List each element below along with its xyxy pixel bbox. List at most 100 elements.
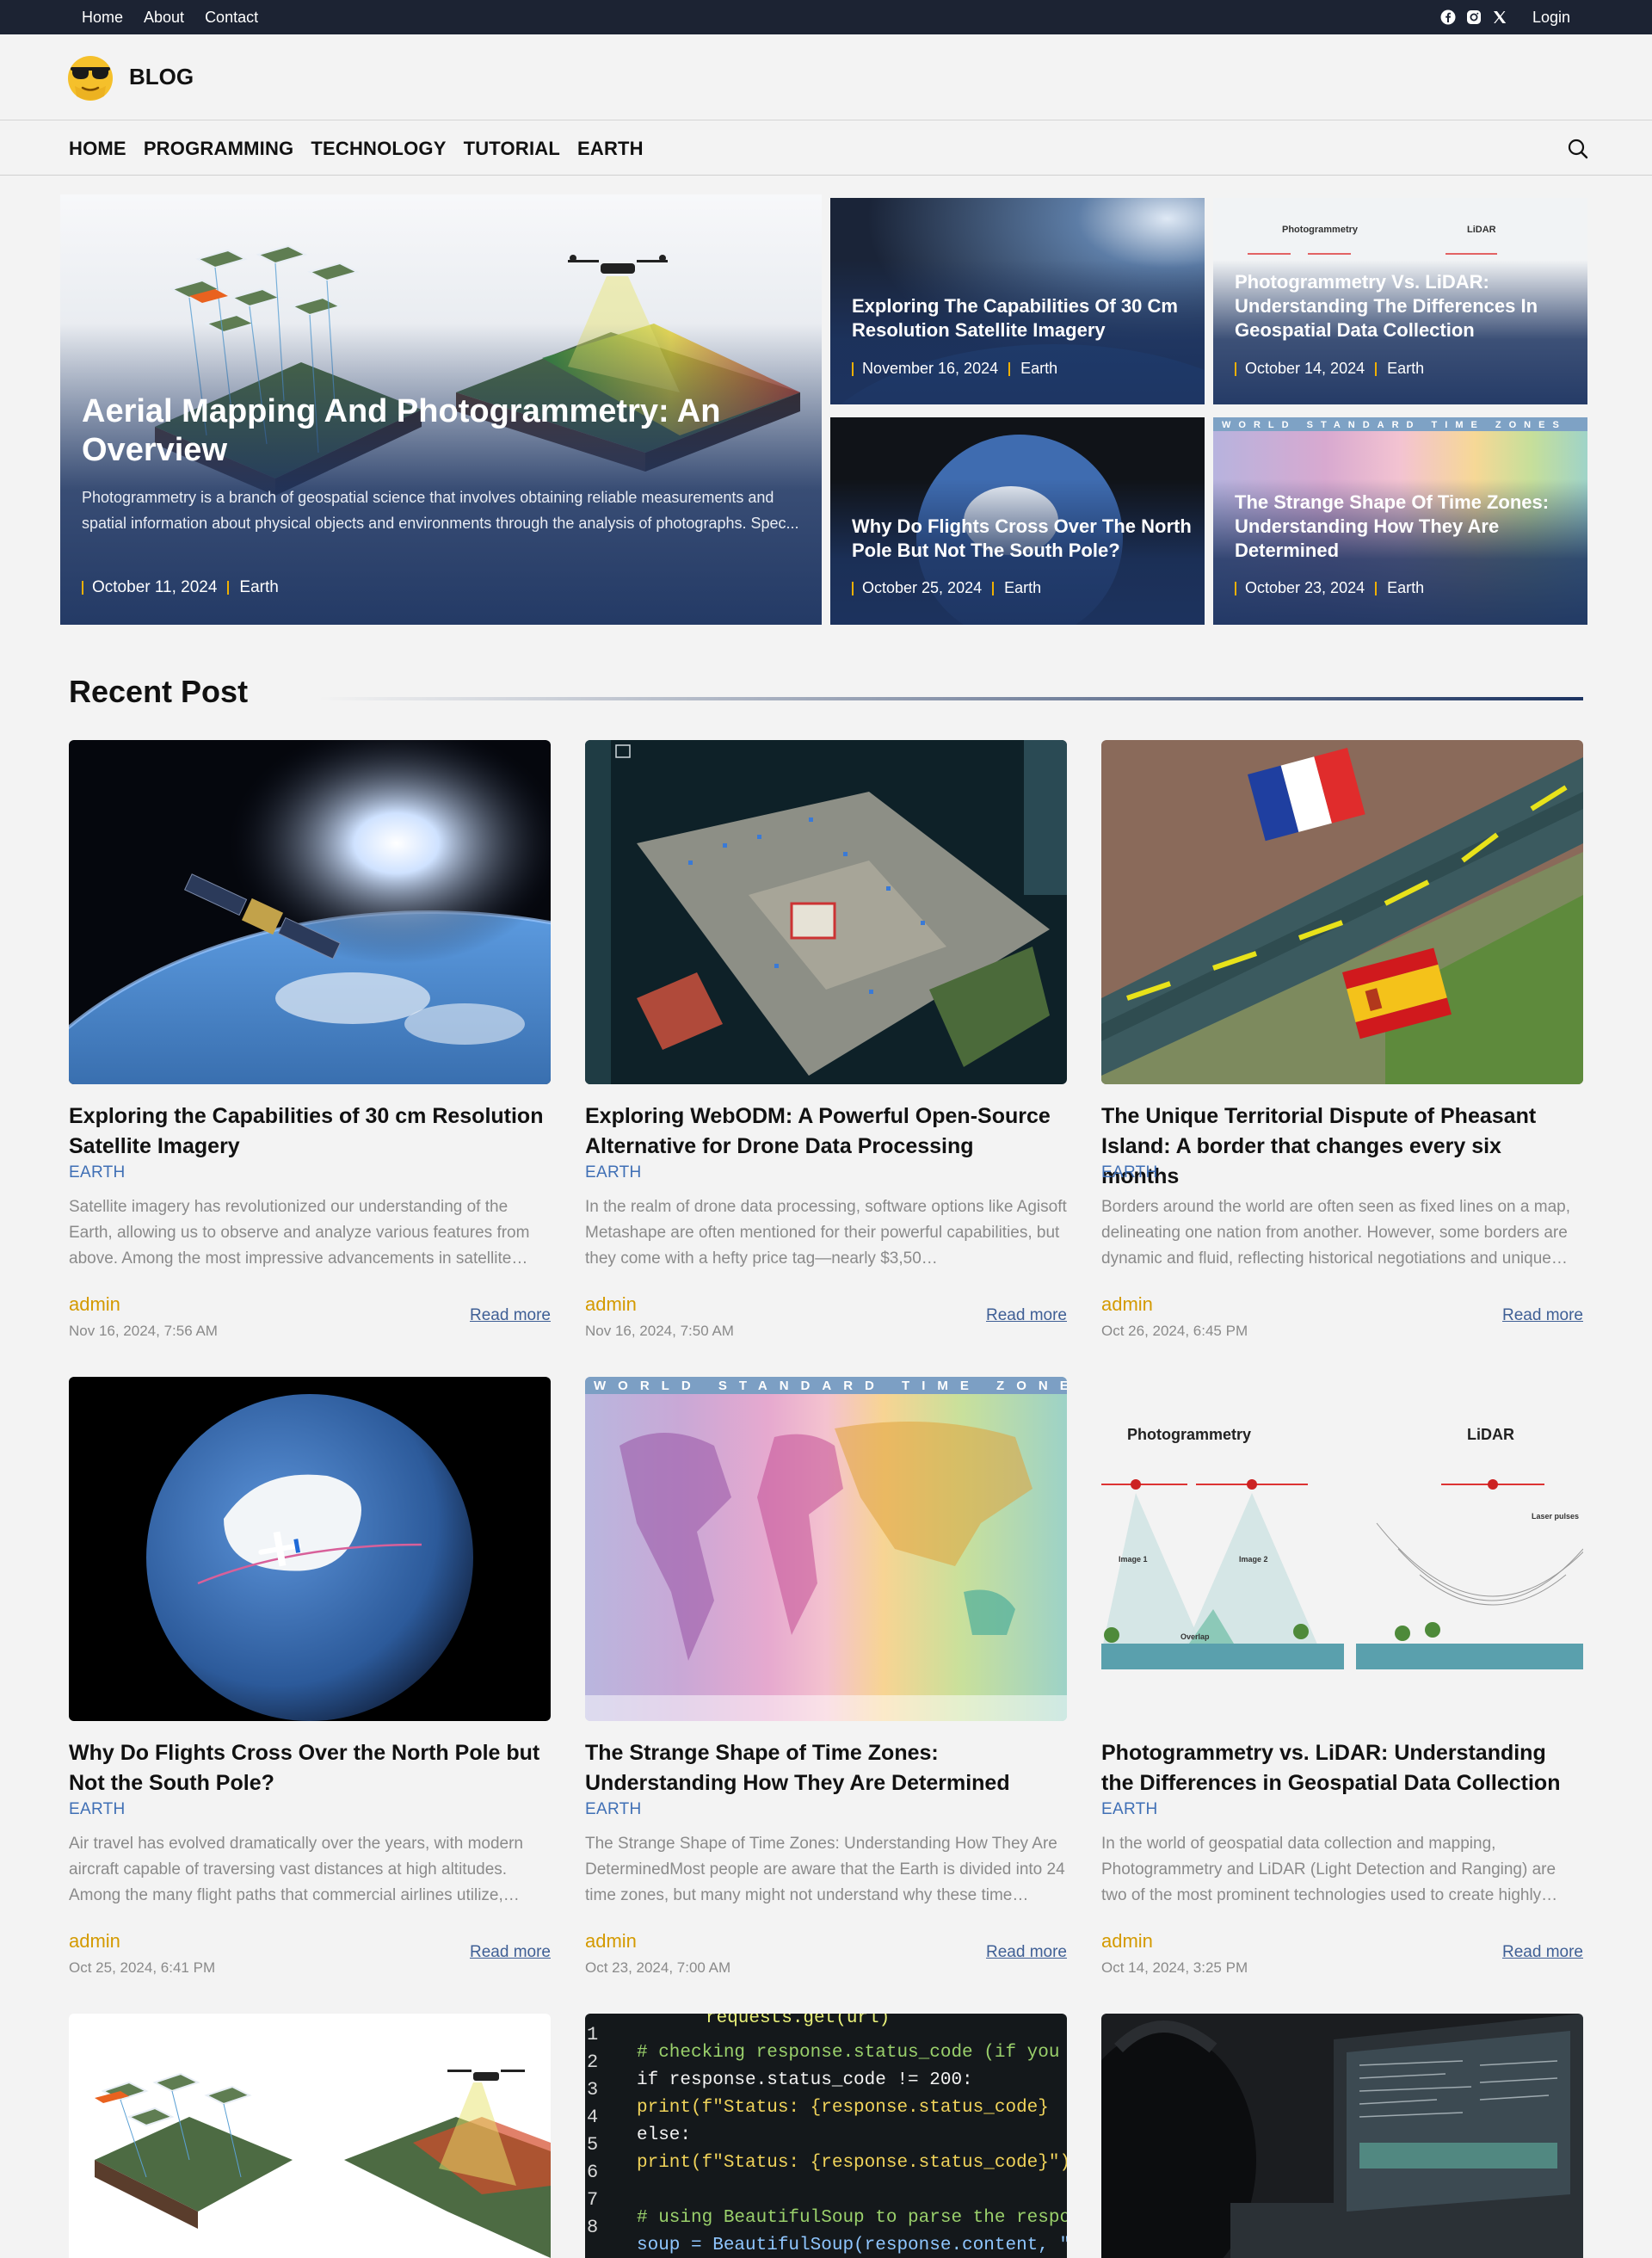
post-thumbnail[interactable]	[1101, 740, 1583, 1084]
post-category[interactable]: EARTH	[69, 1800, 126, 1819]
post-thumbnail[interactable]	[69, 2014, 551, 2258]
image-label: LiDAR	[1467, 1426, 1514, 1443]
hero-side-category[interactable]: Earth	[1020, 360, 1057, 378]
hero-main-category[interactable]: Earth	[239, 578, 278, 597]
post-category[interactable]: EARTH	[585, 1163, 642, 1182]
timezones-banner: WORLD STANDARD TIME ZONES	[1222, 420, 1567, 430]
post-category[interactable]: EARTH	[69, 1163, 126, 1182]
hero-side-meta: October 23, 2024 Earth	[1235, 579, 1424, 597]
code-line: print(f"Status: {response.status_code}	[637, 2098, 1049, 2118]
nav-item-tutorial[interactable]: TUTORIAL	[464, 138, 560, 160]
post-date: Oct 25, 2024, 6:41 PM	[69, 1959, 216, 1976]
hero-side-title[interactable]: Photogrammetry Vs. LiDAR: Understanding …	[1235, 270, 1579, 342]
top-link-about[interactable]: About	[144, 9, 184, 27]
post-thumbnail[interactable]	[1101, 2014, 1583, 2258]
nav-item-programming[interactable]: PROGRAMMING	[144, 138, 294, 160]
code-line: soup = BeautifulSoup(response.content, "…	[637, 2236, 1067, 2255]
post-card: 1 2 3 4 5 6 7 8 requests.get(url) # chec…	[585, 2014, 1067, 2258]
nav-item-earth[interactable]: EARTH	[577, 138, 644, 160]
hero-side-date: October 23, 2024	[1245, 579, 1365, 596]
post-author[interactable]: admin	[1101, 1293, 1153, 1316]
read-more-link[interactable]: Read more	[470, 1943, 551, 1962]
read-more-link[interactable]: Read more	[986, 1943, 1067, 1962]
image-label: Overlap	[1180, 1632, 1210, 1641]
hero-side-meta: October 14, 2024 Earth	[1235, 360, 1424, 378]
post-excerpt: The Strange Shape of Time Zones: Underst…	[585, 1835, 1065, 1904]
nav-item-technology[interactable]: TECHNOLOGY	[311, 138, 446, 160]
hero-main-card[interactable]: Aerial Mapping And Photogrammetry: An Ov…	[60, 194, 822, 625]
code-line: # using BeautifulSoup to parse the respo…	[637, 2208, 1067, 2228]
post-thumbnail[interactable]	[69, 1377, 551, 1721]
top-link-contact[interactable]: Contact	[205, 9, 258, 27]
instagram-icon[interactable]	[1465, 9, 1482, 26]
meta-divider	[227, 581, 230, 595]
facebook-icon[interactable]	[1439, 9, 1457, 26]
post-excerpt: Air travel has evolved dramatically over…	[69, 1835, 524, 1904]
code-line: # checking response.status_code (if you …	[637, 2043, 1067, 2063]
post-author[interactable]: admin	[585, 1293, 637, 1316]
hero-side-card[interactable]: WORLD STANDARD TIME ZONES The Strange Sh…	[1213, 417, 1587, 625]
code-line: print(f"Status: {response.status_code}")	[637, 2153, 1067, 2173]
post-author[interactable]: admin	[585, 1930, 637, 1953]
post-thumbnail[interactable]: Photogrammetry LiDAR Image 1 Image 2 Ove…	[1101, 1377, 1583, 1721]
post-title[interactable]: Exploring the Capabilities of 30 cm Reso…	[69, 1101, 551, 1162]
post-thumbnail[interactable]	[585, 740, 1067, 1084]
hero-side-meta: November 16, 2024 Earth	[852, 360, 1057, 378]
read-more-link[interactable]: Read more	[986, 1306, 1067, 1325]
hero-side-title[interactable]: Why Do Flights Cross Over The North Pole…	[852, 515, 1200, 563]
post-date: Oct 23, 2024, 7:00 AM	[585, 1959, 731, 1976]
post-category[interactable]: EARTH	[1101, 1800, 1158, 1819]
x-icon[interactable]	[1491, 9, 1508, 26]
hero-side-card[interactable]: Exploring The Capabilities Of 30 Cm Reso…	[830, 198, 1205, 404]
top-bar: Home About Contact Login	[0, 0, 1652, 34]
post-title[interactable]: Exploring WebODM: A Powerful Open-Source…	[585, 1101, 1067, 1162]
hero-side-category[interactable]: Earth	[1387, 360, 1424, 378]
image-label: Photogrammetry	[1127, 1426, 1251, 1443]
login-link[interactable]: Login	[1532, 9, 1570, 27]
hero-side-meta: October 25, 2024 Earth	[852, 579, 1041, 597]
post-card	[69, 2014, 551, 2258]
post-author[interactable]: admin	[69, 1293, 120, 1316]
top-links: Home About Contact	[82, 0, 258, 34]
post-title[interactable]: The Unique Territorial Dispute of Pheasa…	[1101, 1101, 1583, 1192]
post-thumbnail[interactable]	[69, 740, 551, 1084]
nav-item-home[interactable]: HOME	[69, 138, 126, 160]
hero-side-title[interactable]: Exploring The Capabilities Of 30 Cm Reso…	[852, 294, 1192, 342]
read-more-link[interactable]: Read more	[1502, 1306, 1583, 1325]
post-author[interactable]: admin	[1101, 1930, 1153, 1953]
read-more-link[interactable]: Read more	[470, 1306, 551, 1325]
code-line: if response.status_code != 200:	[637, 2070, 973, 2090]
nav-items: HOME PROGRAMMING TECHNOLOGY TUTORIAL EAR…	[69, 121, 644, 176]
meta-divider	[82, 581, 83, 595]
post-title[interactable]: Photogrammetry vs. LiDAR: Understanding …	[1101, 1738, 1583, 1798]
section-divider	[318, 697, 1583, 700]
hero-side-card[interactable]: Why Do Flights Cross Over The North Pole…	[830, 417, 1205, 625]
post-excerpt: In the world of geospatial data collecti…	[1101, 1835, 1558, 1904]
code-line-number: 5	[587, 2134, 598, 2156]
hero-side-category[interactable]: Earth	[1004, 579, 1041, 597]
post-category[interactable]: EARTH	[1101, 1163, 1158, 1182]
code-line-number: 1	[587, 2024, 598, 2045]
code-line: else:	[637, 2125, 691, 2145]
top-link-home[interactable]: Home	[82, 9, 123, 27]
image-label: Image 1	[1119, 1555, 1148, 1564]
hero-main-title[interactable]: Aerial Mapping And Photogrammetry: An Ov…	[82, 392, 736, 470]
sunglasses-emoji-icon[interactable]	[65, 50, 116, 102]
post-thumbnail[interactable]: WORLD STANDARD TIME ZONES	[585, 1377, 1067, 1721]
hero-main-excerpt: Photogrammetry is a branch of geospatial…	[82, 489, 799, 532]
search-icon[interactable]	[1566, 137, 1590, 161]
code-line-number: 2	[587, 2051, 598, 2073]
post-title[interactable]: The Strange Shape of Time Zones: Underst…	[585, 1738, 1067, 1798]
hero-side-title[interactable]: The Strange Shape Of Time Zones: Underst…	[1235, 490, 1562, 563]
hero-side-category[interactable]: Earth	[1387, 579, 1424, 597]
post-author[interactable]: admin	[69, 1930, 120, 1953]
post-thumbnail[interactable]: 1 2 3 4 5 6 7 8 requests.get(url) # chec…	[585, 2014, 1067, 2258]
post-excerpt: In the realm of drone data processing, s…	[585, 1198, 1067, 1268]
code-line-number: 4	[587, 2107, 598, 2128]
post-category[interactable]: EARTH	[585, 1800, 642, 1819]
image-label: Laser pulses	[1532, 1512, 1579, 1521]
post-title[interactable]: Why Do Flights Cross Over the North Pole…	[69, 1738, 551, 1798]
read-more-link[interactable]: Read more	[1502, 1943, 1583, 1962]
brand-name[interactable]: BLOG	[129, 64, 194, 90]
hero-side-card[interactable]: Photogrammetry LiDAR Photogrammetry Vs. …	[1213, 198, 1587, 404]
